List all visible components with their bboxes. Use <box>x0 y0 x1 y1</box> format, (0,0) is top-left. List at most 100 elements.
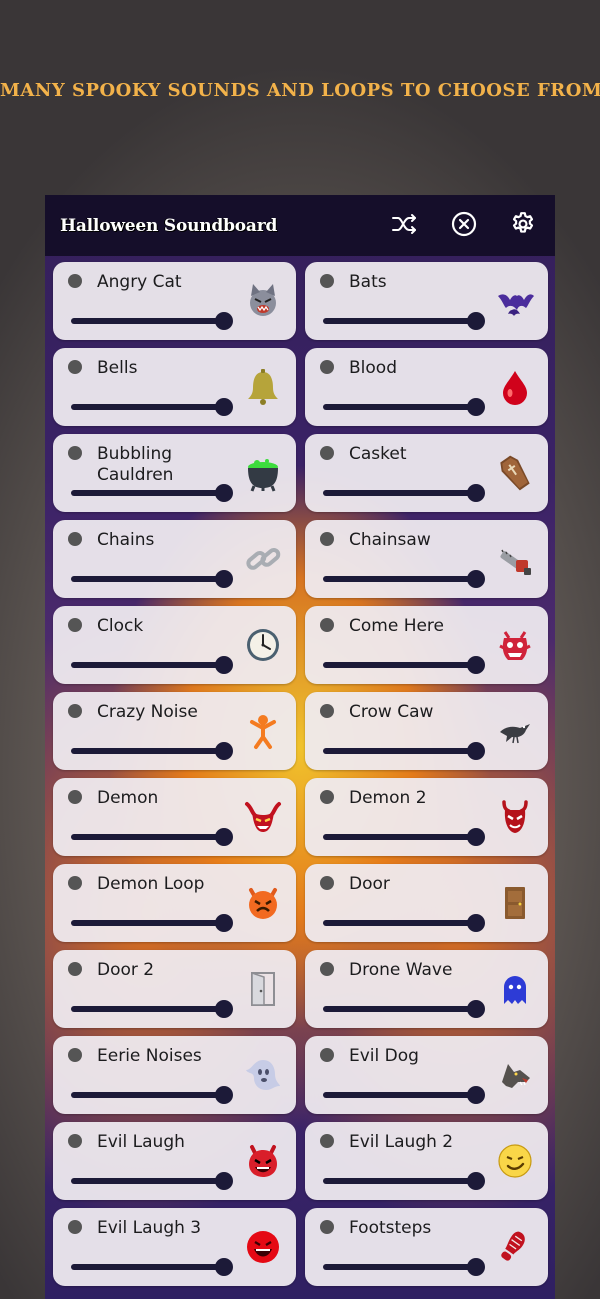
sound-tile[interactable]: Chainsaw <box>305 520 548 598</box>
sound-tile[interactable]: Clock <box>53 606 296 684</box>
play-indicator[interactable] <box>320 876 334 890</box>
slider-thumb[interactable] <box>467 828 485 846</box>
volume-slider[interactable] <box>323 1171 485 1191</box>
play-indicator[interactable] <box>320 618 334 632</box>
sound-tile[interactable]: Crow Caw <box>305 692 548 770</box>
slider-thumb[interactable] <box>467 742 485 760</box>
slider-thumb[interactable] <box>215 1258 233 1276</box>
slider-thumb[interactable] <box>215 1086 233 1104</box>
slider-thumb[interactable] <box>215 1000 233 1018</box>
volume-slider[interactable] <box>71 1085 233 1105</box>
play-indicator[interactable] <box>320 446 334 460</box>
play-indicator[interactable] <box>68 446 82 460</box>
volume-slider[interactable] <box>323 655 485 675</box>
slider-thumb[interactable] <box>215 1172 233 1190</box>
sound-tile[interactable]: Door <box>305 864 548 942</box>
volume-slider[interactable] <box>71 397 233 417</box>
sound-tile[interactable]: Bubbling Cauldren <box>53 434 296 512</box>
play-indicator[interactable] <box>68 1048 82 1062</box>
volume-slider[interactable] <box>323 569 485 589</box>
slider-thumb[interactable] <box>467 398 485 416</box>
sound-tile[interactable]: Demon 2 <box>305 778 548 856</box>
volume-slider[interactable] <box>323 827 485 847</box>
slider-thumb[interactable] <box>215 484 233 502</box>
play-indicator[interactable] <box>68 1134 82 1148</box>
play-indicator[interactable] <box>320 962 334 976</box>
play-indicator[interactable] <box>68 790 82 804</box>
sound-tile[interactable]: Come Here <box>305 606 548 684</box>
play-indicator[interactable] <box>320 1220 334 1234</box>
slider-thumb[interactable] <box>215 398 233 416</box>
volume-slider[interactable] <box>71 741 233 761</box>
play-indicator[interactable] <box>68 618 82 632</box>
volume-slider[interactable] <box>71 569 233 589</box>
volume-slider[interactable] <box>323 1257 485 1277</box>
slider-thumb[interactable] <box>467 1086 485 1104</box>
sound-tile[interactable]: Blood <box>305 348 548 426</box>
volume-slider[interactable] <box>71 1257 233 1277</box>
sound-tile[interactable]: Crazy Noise <box>53 692 296 770</box>
sound-tile[interactable]: Evil Dog <box>305 1036 548 1114</box>
slider-thumb[interactable] <box>215 656 233 674</box>
play-indicator[interactable] <box>68 532 82 546</box>
volume-slider[interactable] <box>71 827 233 847</box>
slider-thumb[interactable] <box>467 1000 485 1018</box>
slider-thumb[interactable] <box>467 570 485 588</box>
play-indicator[interactable] <box>68 274 82 288</box>
volume-slider[interactable] <box>323 397 485 417</box>
sound-tile[interactable]: Bats <box>305 262 548 340</box>
volume-slider[interactable] <box>323 741 485 761</box>
slider-thumb[interactable] <box>215 570 233 588</box>
volume-slider[interactable] <box>323 311 485 331</box>
volume-slider[interactable] <box>71 913 233 933</box>
slider-thumb[interactable] <box>467 1172 485 1190</box>
play-indicator[interactable] <box>320 532 334 546</box>
slider-thumb[interactable] <box>215 312 233 330</box>
play-indicator[interactable] <box>320 1048 334 1062</box>
play-indicator[interactable] <box>320 704 334 718</box>
volume-slider[interactable] <box>71 1171 233 1191</box>
play-indicator[interactable] <box>68 704 82 718</box>
sound-tile[interactable]: Evil Laugh 2 <box>305 1122 548 1200</box>
play-indicator[interactable] <box>68 876 82 890</box>
volume-slider[interactable] <box>323 1085 485 1105</box>
slider-thumb[interactable] <box>467 484 485 502</box>
sound-tile[interactable]: Evil Laugh <box>53 1122 296 1200</box>
stop-all-button[interactable] <box>448 210 480 242</box>
sound-tile[interactable]: Evil Laugh 3 <box>53 1208 296 1286</box>
sound-tile[interactable]: Footsteps <box>305 1208 548 1286</box>
play-indicator[interactable] <box>68 360 82 374</box>
volume-slider[interactable] <box>323 999 485 1019</box>
sound-tile[interactable]: Door 2 <box>53 950 296 1028</box>
volume-slider[interactable] <box>71 999 233 1019</box>
sound-tile[interactable]: Eerie Noises <box>53 1036 296 1114</box>
settings-button[interactable] <box>507 210 539 242</box>
volume-slider[interactable] <box>71 483 233 503</box>
play-indicator[interactable] <box>68 962 82 976</box>
volume-slider[interactable] <box>71 311 233 331</box>
shuffle-button[interactable] <box>389 210 421 242</box>
slider-thumb[interactable] <box>467 1258 485 1276</box>
volume-slider[interactable] <box>71 655 233 675</box>
sound-tile[interactable]: Demon <box>53 778 296 856</box>
volume-slider[interactable] <box>323 913 485 933</box>
play-indicator[interactable] <box>320 360 334 374</box>
play-indicator[interactable] <box>320 790 334 804</box>
slider-thumb[interactable] <box>467 656 485 674</box>
slider-thumb[interactable] <box>467 914 485 932</box>
slider-thumb[interactable] <box>215 742 233 760</box>
slider-thumb[interactable] <box>215 914 233 932</box>
sound-tile[interactable]: Casket <box>305 434 548 512</box>
volume-slider[interactable] <box>323 483 485 503</box>
slider-thumb[interactable] <box>467 312 485 330</box>
sound-tile[interactable]: Bells <box>53 348 296 426</box>
play-indicator[interactable] <box>68 1220 82 1234</box>
slider-thumb[interactable] <box>215 828 233 846</box>
sound-tile[interactable]: Demon Loop <box>53 864 296 942</box>
play-indicator[interactable] <box>320 1134 334 1148</box>
sound-tile[interactable]: Angry Cat <box>53 262 296 340</box>
sound-tile[interactable]: Drone Wave <box>305 950 548 1028</box>
play-indicator[interactable] <box>320 274 334 288</box>
slider-track <box>71 1178 224 1184</box>
sound-tile[interactable]: Chains <box>53 520 296 598</box>
